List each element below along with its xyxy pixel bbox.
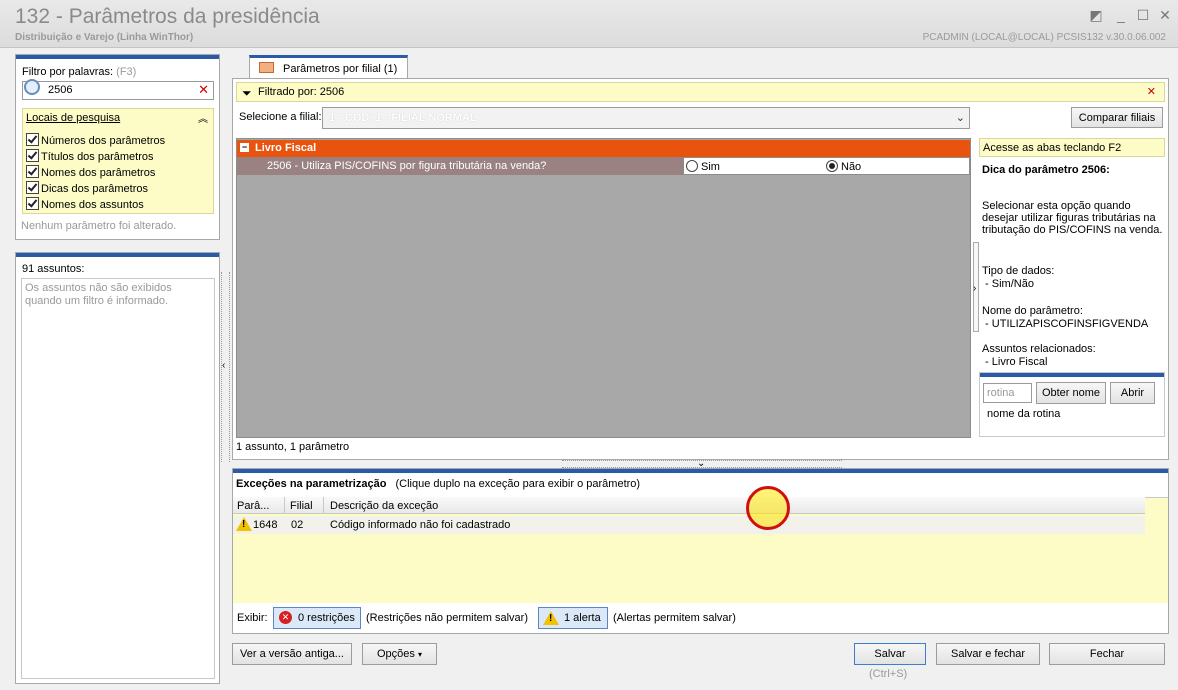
chevron-down-icon[interactable]: ⌄	[956, 111, 965, 124]
options-button[interactable]: Opções ▾	[362, 643, 437, 665]
exceptions-subtitle: (Clique duplo na exceção para exibir o p…	[395, 478, 641, 490]
column-param[interactable]: Parâ...	[237, 500, 269, 512]
funnel-icon: ⏷	[242, 86, 252, 100]
branch-value: 1 - COD. 1 - FILIAL NORMAL	[329, 112, 477, 124]
folder-icon	[259, 62, 274, 73]
param-row[interactable]: 2506 - Utiliza PIS/COFINS por figura tri…	[237, 157, 683, 175]
display-label: Exibir:	[237, 612, 268, 624]
maximize-icon[interactable]: ☐	[1132, 6, 1154, 24]
alerts-toggle[interactable]: 1 alerta	[538, 607, 608, 629]
parameter-tree	[236, 138, 971, 438]
subjects-message: Os assuntos não são exibidos quando um f…	[25, 282, 172, 307]
warning-icon	[543, 611, 559, 625]
save-shortcut: (Ctrl+S)	[869, 668, 908, 680]
data-type-value: - Sim/Não	[982, 278, 1034, 290]
restrictions-note: (Restrições não permitem salvar)	[366, 612, 528, 624]
summary-text: 1 assunto, 1 parâmetro	[236, 441, 350, 453]
column-description[interactable]: Descrição da exceção	[330, 500, 438, 512]
branch-select[interactable]: 1 - COD. 1 - FILIAL NORMAL ⌄	[322, 107, 970, 129]
tab-params-by-branch[interactable]: Parâmetros por filial (1)	[249, 55, 408, 79]
alerts-note: (Alertas permitem salvar)	[613, 612, 736, 624]
filter-value: 2506	[48, 84, 73, 96]
get-name-button[interactable]: Obter nome	[1036, 382, 1106, 404]
radio-selected-icon[interactable]	[826, 160, 838, 172]
window-title: 132 - Parâmetros da presidência	[15, 5, 320, 28]
close-icon[interactable]: ✕	[1154, 6, 1176, 24]
option-param-names[interactable]: Nomes dos parâmetros	[26, 165, 155, 179]
grid-header: Parâ... Filial Descrição da exceção	[233, 497, 1145, 514]
option-yes[interactable]: Sim	[686, 160, 826, 173]
cursor-highlight	[746, 486, 790, 530]
clear-filter-icon[interactable]: ✕	[198, 82, 209, 98]
option-subject-names[interactable]: Nomes dos assuntos	[26, 197, 144, 211]
window-subtitle: Distribuição e Varejo (Linha WinThor)	[15, 32, 194, 43]
param-title: 2506 - Utiliza PIS/COFINS por figura tri…	[267, 160, 547, 172]
checkbox-icon[interactable]	[26, 197, 39, 210]
param-name-value: - UTILIZAPISCOFINSFIGVENDA	[982, 318, 1149, 330]
related-subjects-label: Assuntos relacionados:	[982, 343, 1096, 355]
checkbox-icon[interactable]	[26, 181, 39, 194]
chevron-down-icon: ▾	[417, 650, 422, 659]
search-icon	[24, 79, 40, 95]
option-param-numbers[interactable]: Números dos parâmetros	[26, 133, 165, 147]
routine-input[interactable]: rotina	[983, 383, 1032, 403]
option-param-hints[interactable]: Dicas dos parâmetros	[26, 181, 148, 195]
old-version-button[interactable]: Ver a versão antiga...	[232, 643, 352, 665]
save-close-button[interactable]: Salvar e fechar	[936, 643, 1040, 665]
search-places-title: Locais de pesquisa	[26, 112, 121, 124]
checkbox-icon[interactable]	[26, 149, 39, 162]
change-status: Nenhum parâmetro foi alterado.	[21, 220, 177, 232]
param-name-label: Nome do parâmetro:	[982, 305, 1083, 317]
option-param-titles[interactable]: Títulos dos parâmetros	[26, 149, 154, 163]
user-info: PCADMIN (LOCAL@LOCAL) PCSIS132 v.30.0.06…	[922, 32, 1166, 43]
hint-title: Dica do parâmetro 2506:	[982, 164, 1110, 176]
shortcut-note: Acesse as abas teclando F2	[979, 138, 1165, 157]
filter-shortcut: (F3)	[116, 66, 137, 78]
group-name: Livro Fiscal	[255, 142, 317, 154]
collapse-icon[interactable]: ︽	[198, 110, 208, 125]
table-row[interactable]: 1648 02 Código informado não foi cadastr…	[233, 516, 1145, 534]
related-subject-value: - Livro Fiscal	[982, 356, 1048, 368]
subjects-list[interactable]: Os assuntos não são exibidos quando um f…	[21, 278, 215, 679]
search-places-box: Locais de pesquisa ︽ Números dos parâmet…	[22, 108, 214, 214]
open-button[interactable]: Abrir	[1110, 382, 1155, 404]
data-type-label: Tipo de dados:	[982, 265, 1055, 277]
warning-icon	[236, 517, 252, 531]
filtered-by-bar: ⏷ Filtrado por: 2506 ✕	[236, 82, 1165, 102]
restore-icon[interactable]: ◩	[1085, 6, 1107, 24]
filter-label: Filtro por palavras:	[22, 66, 114, 78]
param-options: Sim Não	[683, 157, 970, 175]
checkbox-icon[interactable]	[26, 133, 39, 146]
filtered-by-text: Filtrado por: 2506	[258, 86, 345, 98]
exceptions-title: Exceções na parametrização	[236, 478, 387, 490]
subjects-panel: 91 assuntos: Os assuntos não são exibido…	[15, 252, 220, 684]
error-icon: ✕	[279, 611, 292, 624]
hint-description: Selecionar esta opção quando desejar uti…	[982, 200, 1163, 236]
branch-label: Selecione a filial:	[239, 111, 322, 123]
routine-name-label: nome da rotina	[987, 408, 1061, 420]
group-header[interactable]: − Livro Fiscal	[237, 140, 970, 157]
collapse-right-icon[interactable]: ›	[973, 283, 976, 294]
column-branch[interactable]: Filial	[290, 500, 313, 512]
save-button[interactable]: Salvar	[854, 643, 926, 665]
collapse-left-icon[interactable]: ‹	[222, 360, 225, 371]
checkbox-icon[interactable]	[26, 165, 39, 178]
restrictions-toggle[interactable]: ✕ 0 restrições	[273, 607, 361, 629]
compare-branches-button[interactable]: Comparar filiais	[1071, 107, 1163, 128]
subjects-count: 91 assuntos:	[22, 263, 85, 275]
option-no[interactable]: Não	[826, 160, 861, 173]
filter-panel: Filtro por palavras: (F3) 2506 ✕ Locais …	[15, 54, 220, 240]
collapse-group-icon[interactable]: −	[240, 143, 249, 152]
close-button[interactable]: Fechar	[1049, 643, 1165, 665]
radio-icon[interactable]	[686, 160, 698, 172]
minimize-icon[interactable]: _	[1110, 6, 1132, 24]
filter-input[interactable]: 2506 ✕	[22, 79, 214, 100]
clear-filter-icon[interactable]: ✕	[1147, 85, 1156, 98]
